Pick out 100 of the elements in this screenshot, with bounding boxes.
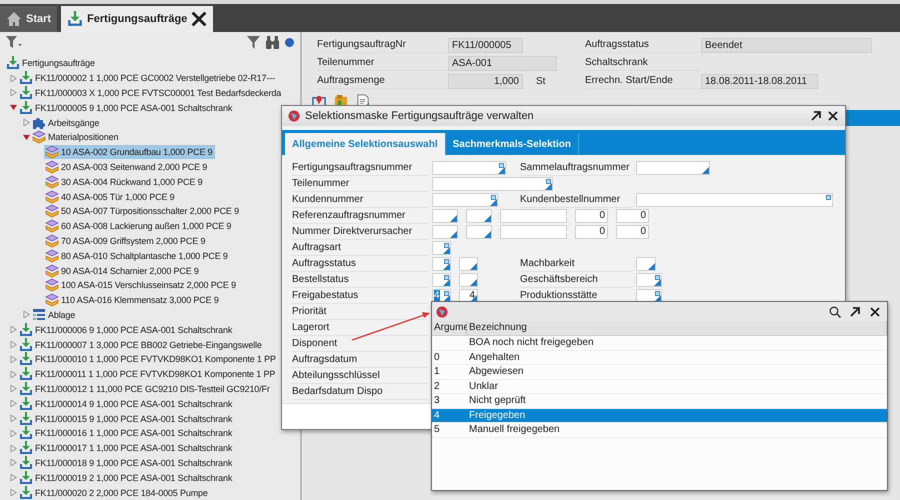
table-cell[interactable]: 2 [432,380,467,394]
tree-item-label: 10 ASA-002 Grundaufbau 1,000 PCE 9 [61,147,213,158]
tree-item[interactable]: 70 ASA-009 Griffsystem 2,000 PCE 9 [44,234,208,248]
table-cell[interactable]: Freigegeben [467,408,887,423]
tree-item[interactable]: 50 ASA-007 Türpositionsschalter 2,000 PCE 9 [44,204,241,218]
tree-item[interactable]: 60 ASA-008 Lackierung außen 1,000 PCE 9 [44,219,234,234]
tree-item[interactable]: Arbeitsgänge [31,116,102,130]
tree-item[interactable]: FK11/000016 1 1,000 PCE ASA-001 Schaltschrank [18,426,234,440]
tree-item-label: 110 ASA-016 Klemmensatz 3,000 PCE 9 [61,295,219,306]
field-label: Abteilungsschlüssel [292,368,428,384]
table-cell[interactable]: BOA noch nicht freigegeben [467,336,887,350]
tree-item[interactable]: 110 ASA-016 Klemmensatz 3,000 PCE 9 [44,293,221,308]
field-label: Machbarkeit [520,256,632,272]
tree-item[interactable]: 20 ASA-003 Seitenwand 2,000 PCE 9 [44,160,210,174]
tree-item[interactable]: FK11/000006 9 1,000 PCE ASA-001 Schaltschrank [18,322,234,337]
tree-item-label: 90 ASA-014 Scharnier 2,000 PCE 9 [61,266,199,276]
tree-item[interactable]: FK11/000007 1 3,000 PCE BB002 Getriebe-Eingangswelle [18,338,264,352]
tree-item[interactable]: Materialpositionen [31,130,120,144]
tree-item[interactable]: Fertigungsaufträge [5,56,97,70]
field-label: Referenzauftragsnummer [292,208,428,224]
table-cell[interactable]: 0 [432,350,467,365]
field-label: Nummer Direktverursacher [292,224,428,240]
field-label: FertigungsauftragNr [317,37,448,53]
table-cell[interactable]: 4 [432,408,467,423]
unit-label: St [536,76,546,86]
tree-item-label: FK11/000002 1 1,000 PCE GC0002 Verstellgetriebe 02-R17--- [35,73,275,84]
tree-item[interactable]: FK11/000019 2 1,000 PCE ASA-001 Schaltschrank [18,470,234,485]
tree-item-label: 70 ASA-009 Griffsystem 2,000 PCE 9 [61,236,206,246]
tree-item-label: FK11/000017 1 1,000 PCE ASA-001 Schaltschrank [35,443,232,454]
tree-item-label: 30 ASA-004 Rückwand 1,000 PCE 9 [61,176,202,187]
readonly-field: FK11/000005 [448,38,523,52]
tree-item-label: FK11/000005 9 1,000 PCE ASA-001 Schaltschrank [35,102,232,113]
tree-item[interactable]: FK11/000003 X 1,000 PCE FVTSC00001 Test Bedarfsdeckerda [18,86,284,100]
tree-item-label: FK11/000006 9 1,000 PCE ASA-001 Schaltschrank [35,324,232,335]
tree-item-label: FK11/000007 1 3,000 PCE BB002 Getriebe-Eingangswelle [35,340,262,350]
field-label: Fertigungsauftragsnummer [292,160,428,176]
tree-item[interactable]: FK11/000011 1 1,000 PCE FVTVKD98KO1 Komponente 1 PP [18,367,278,382]
table-cell[interactable]: 1 [432,365,467,380]
tree-item-label: FK11/000018 9 1,000 PCE ASA-001 Schaltschrank [35,458,232,468]
input-field[interactable]: 0 [575,209,608,223]
field-label: Bestellstatus [292,272,428,288]
tree-item-label: FK11/000012 1 11,000 PCE GC9210 DIS-Testteil GC9210/Fr [35,384,270,394]
readonly-field: 18.08.2011-18.08.2011 [701,74,818,88]
tree-item-label: 20 ASA-003 Seitenwand 2,000 PCE 9 [61,162,208,172]
field-label: Teilenummer [317,55,448,71]
readonly-field: 1,000 [448,74,523,88]
tree-item-label: 50 ASA-007 Türpositionsschalter 2,000 PCE 9 [61,206,239,216]
tree-item-label: 80 ASA-010 Schaltplantasche 1,000 PCE 9 [61,250,228,261]
field-label: Auftragsart [292,240,428,256]
tree-item-label: Materialpositionen [48,132,118,142]
tree-item[interactable]: FK11/000005 9 1,000 PCE ASA-001 Schaltschrank [18,100,234,115]
tree-item[interactable]: FK11/000014 9 1,000 PCE ASA-001 Schaltschrank [18,396,234,411]
tree-item[interactable]: 90 ASA-014 Scharnier 2,000 PCE 9 [44,264,201,278]
field-label: Sammelauftragsnummer [520,160,632,176]
tree-item[interactable]: FK11/000012 1 11,000 PCE GC9210 DIS-Testteil GC9210/Fr [18,382,272,396]
tab[interactable]: Fertigungsaufträge [61,6,214,32]
table-cell[interactable]: Manuell freigegeben [467,423,887,438]
tree-item[interactable]: 40 ASA-005 Tür 1,000 PCE 9 [44,190,177,204]
field-label: Lagerort [292,320,428,336]
tree-item-label: Fertigungsaufträge [22,58,95,68]
table-cell[interactable]: 5 [432,423,467,438]
field-label: Auftragsmenge [317,73,448,89]
tree-item-label: Arbeitsgänge [48,118,100,128]
field-label: Auftragsstatus [292,256,428,272]
table-cell[interactable]: Angehalten [467,350,887,365]
tree-item[interactable]: 80 ASA-010 Schaltplantasche 1,000 PCE 9 [44,248,230,263]
field-label: Schaltschrank [585,55,701,71]
input-field[interactable]: 0 [575,225,608,239]
input-field[interactable]: 0 [616,225,649,239]
tree-item[interactable]: FK11/000017 1 1,000 PCE ASA-001 Schaltschrank [18,441,234,456]
field-label: Auftragsdatum [292,352,428,368]
field-label: Disponent [292,336,428,352]
tree-item-label: FK11/000011 1 1,000 PCE FVTVKD98KO1 Komponente 1 PP [35,369,276,380]
field-label: Kundenbestellnummer [520,192,632,208]
tree-item-label: FK11/000010 1 1,000 PCE FVTVKD98KO1 Komponente 1 PP [35,354,276,364]
tree-item[interactable]: FK11/000018 9 1,000 PCE ASA-001 Schaltschrank [18,456,234,470]
field-label: Geschäftsbereich [520,272,632,288]
tree-item[interactable]: 10 ASA-002 Grundaufbau 1,000 PCE 9 [44,145,215,160]
tree-item[interactable]: Ablage [31,308,78,322]
tree-item-label: Ablage [48,310,76,320]
input-field[interactable]: 0 [616,209,649,223]
tab[interactable]: Start [0,6,58,32]
tree-item-label: FK11/000016 1 1,000 PCE ASA-001 Schaltschrank [35,428,232,438]
tree-item[interactable]: 100 ASA-015 Verschlusseinsatz 2,000 PCE 9 [44,278,238,292]
tree-item-label: FK11/000014 9 1,000 PCE ASA-001 Schaltschrank [35,398,232,409]
tree-item-label: FK11/000003 X 1,000 PCE FVTSC00001 Test Bedarfsdeckerda [35,88,282,98]
dialog-title: Selektionsmaske Fertigungsaufträge verwalten [305,110,534,122]
tree-item[interactable]: FK11/000010 1 1,000 PCE FVTVKD98KO1 Komponente 1 PP [18,352,278,366]
field-label: Freigabestatus [292,288,428,304]
table-cell[interactable]: Unklar [467,380,887,394]
tree-item[interactable]: FK11/000002 1 1,000 PCE GC0002 Verstellgetriebe 02-R17--- [18,71,277,86]
column-header[interactable]: Bezeichnung [467,321,887,336]
table-cell[interactable]: Abgewiesen [467,365,887,380]
tab[interactable]: Allgemeine Selektionsauswahl [285,133,446,155]
tree-item-label: 100 ASA-015 Verschlusseinsatz 2,000 PCE 9 [61,280,236,290]
tree-item[interactable]: FK11/000020 2 2,000 PCE 184-0005 Pumpe [18,486,210,500]
tree-item-label: 60 ASA-008 Lackierung außen 1,000 PCE 9 [61,221,232,232]
tree-item[interactable]: FK11/000015 9 1,000 PCE ASA-001 Schaltschrank [18,412,234,426]
tree-item[interactable]: 30 ASA-004 Rückwand 1,000 PCE 9 [44,174,204,189]
tab[interactable]: Sachmerkmals-Selektion [446,133,579,155]
